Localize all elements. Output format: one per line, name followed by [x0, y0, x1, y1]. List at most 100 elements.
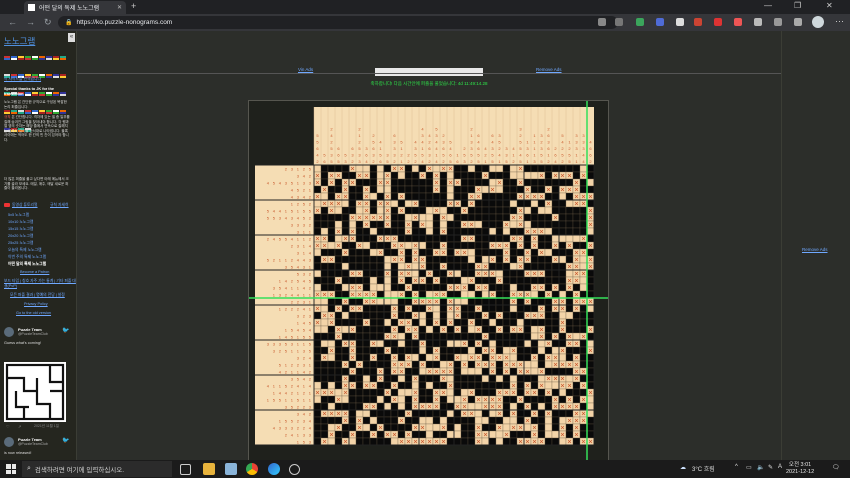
- grid-cell[interactable]: [369, 437, 378, 446]
- ad-link[interactable]: Vin Ads: [298, 67, 313, 72]
- grid-cell[interactable]: [341, 283, 350, 292]
- grid-cell[interactable]: [369, 206, 378, 215]
- grid-cell[interactable]: [390, 290, 399, 299]
- ime-indicator[interactable]: A: [778, 464, 782, 470]
- grid-cell[interactable]: [572, 220, 581, 229]
- grid-cell[interactable]: [516, 332, 525, 341]
- grid-cell[interactable]: [481, 185, 490, 194]
- grid-cell[interactable]: [453, 332, 462, 341]
- grid-cell[interactable]: [530, 304, 539, 313]
- grid-cell[interactable]: [565, 311, 574, 320]
- grid-cell[interactable]: [495, 248, 504, 257]
- extension-icon[interactable]: [734, 18, 742, 26]
- grid-cell[interactable]: [446, 220, 455, 229]
- extension-icon[interactable]: [636, 18, 644, 26]
- grid-cell[interactable]: [579, 311, 588, 320]
- grid-cell[interactable]: [565, 346, 574, 355]
- language-flag-icon[interactable]: [11, 110, 17, 114]
- grid-cell[interactable]: [453, 290, 462, 299]
- language-flag-icon[interactable]: [53, 74, 59, 78]
- grid-cell[interactable]: [488, 199, 497, 208]
- grid-cell[interactable]: [453, 220, 462, 229]
- grid-cell[interactable]: [411, 416, 420, 425]
- grid-cell[interactable]: [579, 402, 588, 411]
- grid-cell[interactable]: [404, 164, 413, 173]
- grid-cell[interactable]: [481, 227, 490, 236]
- grid-cell[interactable]: [341, 241, 350, 250]
- grid-cell[interactable]: [348, 402, 357, 411]
- grid-cell[interactable]: [439, 311, 448, 320]
- youtube-tutorial-link[interactable]: 동영상 튜토리얼: [12, 203, 38, 208]
- grid-cell[interactable]: [558, 164, 567, 173]
- grid-cell[interactable]: [362, 409, 371, 418]
- grid-cell[interactable]: [446, 332, 455, 341]
- language-flag-icon[interactable]: [4, 110, 10, 114]
- grid-cell[interactable]: [488, 374, 497, 383]
- grid-cell[interactable]: [439, 430, 448, 439]
- grid-cell[interactable]: [481, 206, 490, 215]
- grid-cell[interactable]: [320, 164, 329, 173]
- grid-cell[interactable]: [453, 437, 462, 446]
- grid-cell[interactable]: [355, 234, 364, 243]
- grid-cell[interactable]: [432, 220, 441, 229]
- grid-cell[interactable]: [334, 339, 343, 348]
- grid-cell[interactable]: [474, 213, 483, 222]
- grid-cell[interactable]: [516, 248, 525, 257]
- grid-cell[interactable]: [558, 220, 567, 229]
- grid-cell[interactable]: [572, 227, 581, 236]
- nonogram-board[interactable]: 2465565535242566352363352124632365265145…: [248, 100, 609, 462]
- language-flag-icon[interactable]: [60, 110, 66, 114]
- grid-cell[interactable]: [362, 304, 371, 313]
- grid-cell[interactable]: [418, 192, 427, 201]
- grid-cell[interactable]: [558, 416, 567, 425]
- grid-cell[interactable]: [551, 220, 560, 229]
- grid-cell[interactable]: [418, 346, 427, 355]
- grid-cell[interactable]: [369, 409, 378, 418]
- grid-cell[interactable]: [362, 241, 371, 250]
- grid-cell[interactable]: [523, 213, 532, 222]
- grid-cell[interactable]: [495, 430, 504, 439]
- grid-cell[interactable]: [355, 248, 364, 257]
- grid-cell[interactable]: [327, 164, 336, 173]
- privacy-link[interactable]: Privacy Policy: [24, 302, 48, 306]
- grid-cell[interactable]: [474, 220, 483, 229]
- grid-cell[interactable]: [446, 423, 455, 432]
- grid-cell[interactable]: [488, 416, 497, 425]
- grid-cell[interactable]: [439, 276, 448, 285]
- grid-cell[interactable]: [313, 367, 322, 376]
- grid-cell[interactable]: [355, 164, 364, 173]
- grid-cell[interactable]: [530, 290, 539, 299]
- grid-cell[interactable]: [432, 423, 441, 432]
- grid-cell[interactable]: [467, 311, 476, 320]
- extensions-puzzle-icon[interactable]: [754, 18, 762, 26]
- grid-cell[interactable]: [551, 423, 560, 432]
- grid-cell[interactable]: [446, 395, 455, 404]
- grid-cell[interactable]: [439, 416, 448, 425]
- grid-cell[interactable]: [537, 213, 546, 222]
- grid-cell[interactable]: [327, 297, 336, 306]
- grid-cell[interactable]: [523, 353, 532, 362]
- grid-cell[interactable]: [432, 283, 441, 292]
- grid-cell[interactable]: [341, 311, 350, 320]
- grid-cell[interactable]: [537, 290, 546, 299]
- grid-cell[interactable]: [411, 234, 420, 243]
- grid-cell[interactable]: [418, 283, 427, 292]
- menu-item-weekly[interactable]: 이번 주의 특제 노노그램: [8, 255, 46, 260]
- grid-cell[interactable]: [362, 325, 371, 334]
- grid-cell[interactable]: [558, 437, 567, 446]
- grid-cell[interactable]: [509, 269, 518, 278]
- grid-cell[interactable]: [390, 346, 399, 355]
- grid-cell[interactable]: [362, 178, 371, 187]
- grid-cell[interactable]: [383, 311, 392, 320]
- grid-cell[interactable]: [418, 367, 427, 376]
- grid-cell[interactable]: [460, 262, 469, 271]
- grid-cell[interactable]: [537, 164, 546, 173]
- grid-cell[interactable]: [376, 220, 385, 229]
- grid-cell[interactable]: [537, 234, 546, 243]
- menu-icon[interactable]: ⋯: [835, 16, 844, 27]
- grid-cell[interactable]: [327, 220, 336, 229]
- grid-cell[interactable]: [467, 262, 476, 271]
- grid-cell[interactable]: [481, 192, 490, 201]
- grid-cell[interactable]: [446, 206, 455, 215]
- grid-cell[interactable]: [418, 241, 427, 250]
